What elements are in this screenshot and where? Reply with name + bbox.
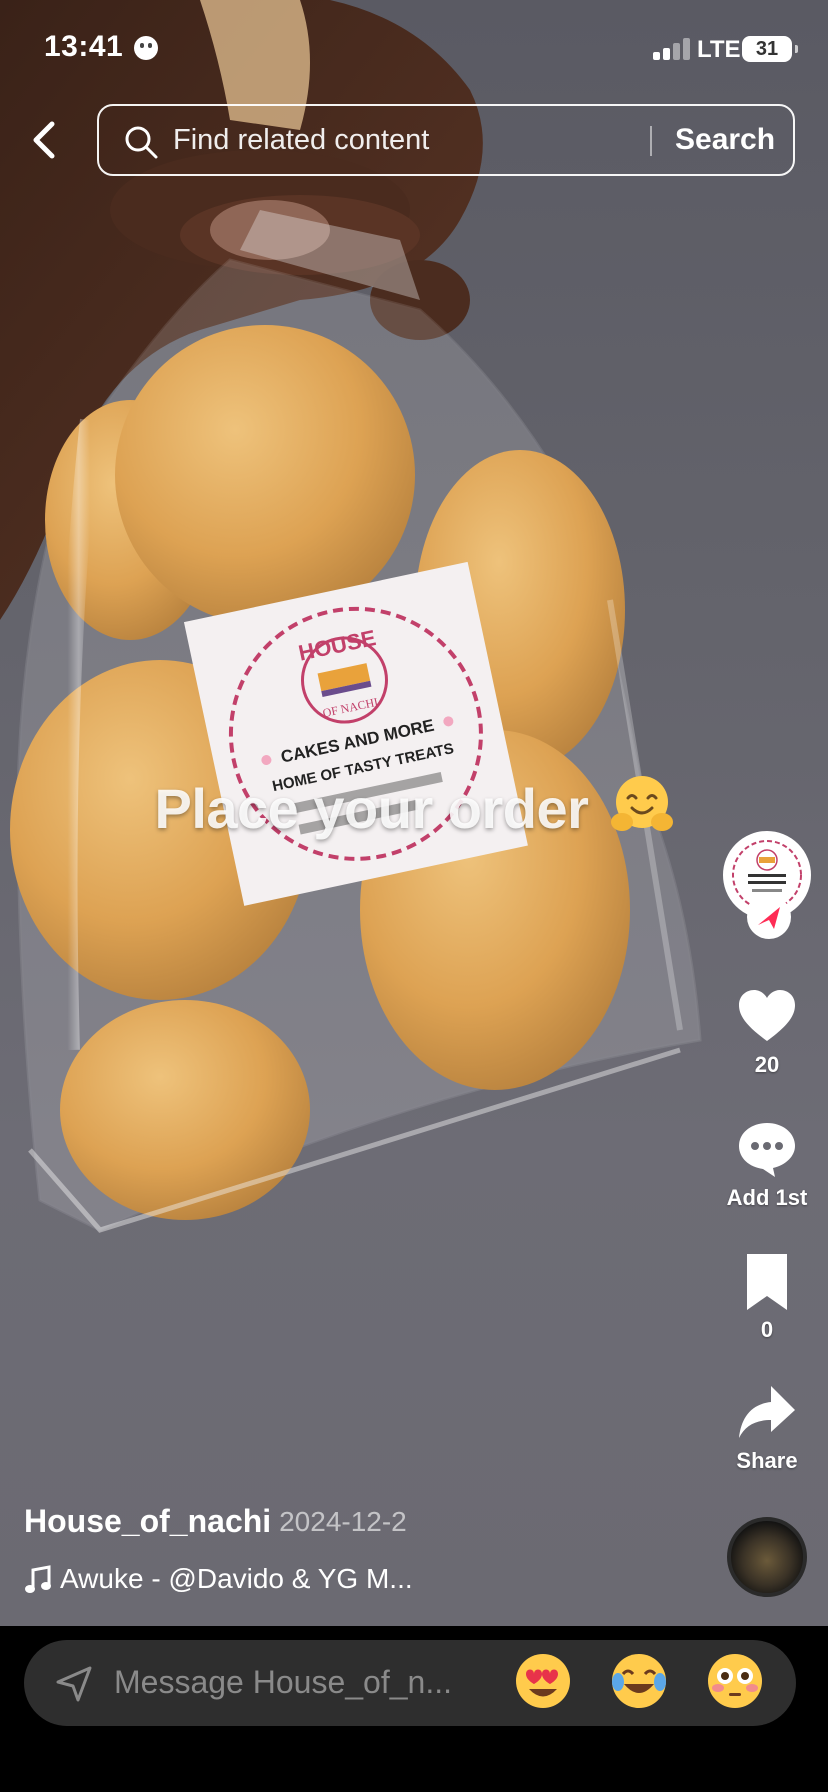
save-count: 0 — [760, 1317, 774, 1342]
video-overlay-caption: Place your order — [0, 772, 828, 841]
comment-bubble-icon[interactable] — [735, 1117, 799, 1181]
tears-of-joy-emoji-icon[interactable] — [610, 1652, 668, 1710]
bookmark-icon[interactable] — [735, 1250, 799, 1314]
comment-count: Add 1st — [726, 1185, 808, 1210]
send-arrow-icon — [758, 907, 780, 929]
sound-title[interactable]: Awuke - @Davido & YG M... — [60, 1563, 413, 1595]
message-input[interactable]: Message House_of_n... — [114, 1664, 452, 1701]
network-type: LTE — [697, 36, 741, 63]
music-disc-thumbnail[interactable] — [727, 1517, 807, 1597]
face-status-icon — [134, 36, 158, 60]
search-button[interactable]: Search — [675, 123, 775, 157]
cellular-signal-icon — [653, 38, 691, 60]
battery-indicator: 31 — [742, 36, 798, 62]
share-label: Share — [736, 1448, 798, 1473]
author-username[interactable]: House_of_nachi — [24, 1503, 271, 1540]
search-icon — [123, 124, 159, 160]
like-count: 20 — [754, 1052, 780, 1077]
share-arrow-icon[interactable] — [735, 1380, 799, 1444]
heart-eyes-emoji-icon[interactable] — [514, 1652, 572, 1710]
overlay-text: Place your order — [154, 777, 589, 840]
message-input-bar[interactable]: Message House_of_n... — [24, 1640, 796, 1726]
search-input[interactable]: Find related content — [173, 124, 429, 157]
search-divider — [650, 126, 652, 156]
post-date: · 2024-12-2 — [262, 1506, 407, 1537]
paper-plane-icon — [54, 1664, 94, 1704]
follow-button[interactable] — [747, 895, 791, 939]
search-bar[interactable]: Find related content Search — [97, 104, 795, 176]
music-note-icon — [24, 1565, 52, 1595]
hugging-face-emoji-icon — [610, 772, 674, 836]
status-time: 13:41 — [44, 30, 124, 63]
back-chevron-icon[interactable] — [26, 118, 62, 162]
like-heart-icon[interactable] — [735, 985, 799, 1049]
flushed-face-emoji-icon[interactable] — [706, 1652, 764, 1710]
